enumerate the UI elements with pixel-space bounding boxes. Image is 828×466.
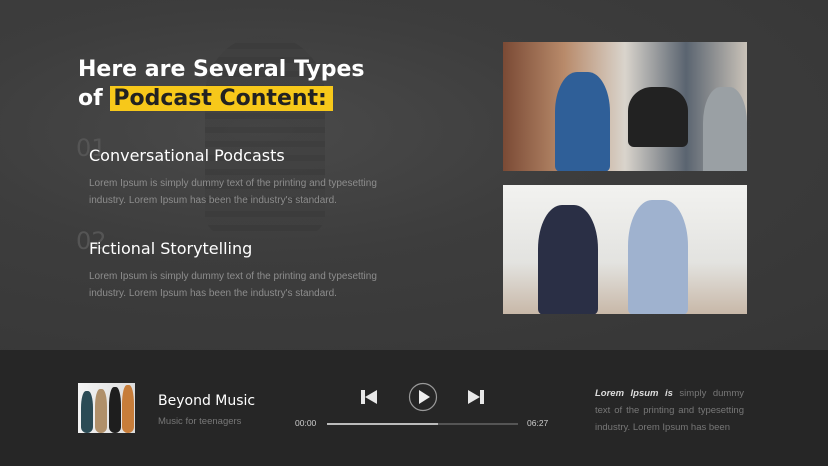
podcast-interview-photo xyxy=(503,185,747,314)
section-title: Fictional Storytelling xyxy=(89,239,253,258)
podcast-studio-photo xyxy=(503,42,747,171)
album-thumbnail xyxy=(78,383,135,433)
skip-back-icon[interactable] xyxy=(361,389,378,405)
player-description: Lorem Ipsum is simply dummy text of the … xyxy=(595,388,744,433)
title-line-1: Here are Several Types xyxy=(78,57,365,82)
current-time: 00:00 xyxy=(295,418,317,428)
progress-fill xyxy=(327,423,438,425)
music-player: Beyond Music Music for teenagers 00:00 0… xyxy=(0,350,828,466)
page-title: Here are Several Types of Podcast Conten… xyxy=(78,55,364,113)
play-icon[interactable] xyxy=(408,382,438,412)
total-time: 06:27 xyxy=(527,418,549,428)
track-subtitle: Music for teenagers xyxy=(158,416,242,427)
section-title: Conversational Podcasts xyxy=(89,146,285,165)
progress-slider[interactable] xyxy=(327,423,518,425)
title-highlight: Podcast Content: xyxy=(110,86,333,111)
section-text: Lorem Ipsum is simply dummy text of the … xyxy=(89,271,377,299)
title-prefix: of xyxy=(78,86,103,111)
track-title: Beyond Music xyxy=(158,393,256,409)
section-text: Lorem Ipsum is simply dummy text of the … xyxy=(89,178,377,206)
skip-forward-icon[interactable] xyxy=(467,389,484,405)
